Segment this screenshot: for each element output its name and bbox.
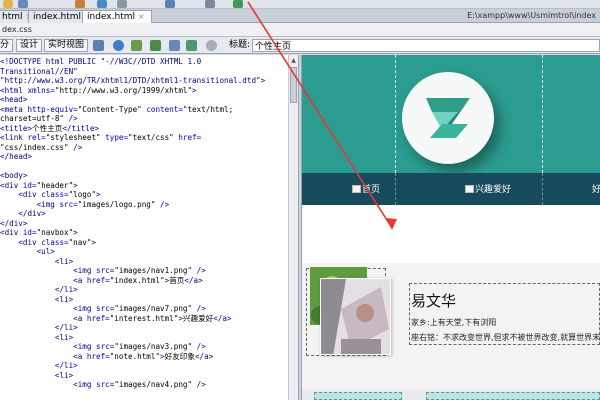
code-line[interactable]: </div> xyxy=(0,219,288,229)
next-block xyxy=(314,392,402,400)
code-line[interactable]: <html xmlns="http://www.w3.org/1999/xhtm… xyxy=(0,86,288,96)
code-line[interactable]: <head> xyxy=(0,95,288,105)
tab-label: index.html xyxy=(87,12,135,22)
code-line[interactable]: <img src="images/nav1.png" /> xyxy=(0,266,288,276)
code-view[interactable]: <!DOCTYPE html PUBLIC "-//W3C//DTD XHTML… xyxy=(0,55,288,400)
code-line[interactable]: <li> xyxy=(0,257,288,267)
code-line[interactable]: <img src="images/nav4.png" /> xyxy=(0,380,288,390)
toolbar-extension-icon[interactable] xyxy=(233,0,243,8)
code-editor-text[interactable]: <!DOCTYPE html PUBLIC "-//W3C//DTD XHTML… xyxy=(0,57,288,390)
code-line[interactable] xyxy=(0,162,288,172)
tab-index-html-2[interactable]: index.html × xyxy=(82,10,152,24)
toolbar-dropdown-icon[interactable] xyxy=(205,0,215,8)
related-files-bar: dex.css xyxy=(0,23,600,37)
code-line[interactable]: </li> xyxy=(0,361,288,371)
multiscreen-icon[interactable] xyxy=(93,40,104,51)
code-line[interactable]: <div id="navbox"> xyxy=(0,228,288,238)
header-guide-left xyxy=(395,55,396,173)
nav-divider xyxy=(542,173,543,205)
toolbar-folder-icon[interactable] xyxy=(3,0,13,8)
design-view-button[interactable]: 设计 xyxy=(16,39,43,52)
portrait-image-icon xyxy=(321,279,390,354)
profile-motto: 座右铭：不求改变世界,但求不被世界改变,就算世界末日 xyxy=(411,333,600,342)
visual-aids-icon[interactable] xyxy=(169,40,180,51)
file-path: E:\xampp\www\Usmimtrol\index xyxy=(467,11,596,20)
tab-label: html xyxy=(2,12,23,22)
toolbar-document-icon[interactable] xyxy=(18,0,28,8)
site-nav: 首页 兴趣爱好 好 xyxy=(302,173,600,205)
nav-divider xyxy=(395,173,396,205)
refresh-icon[interactable] xyxy=(206,40,217,51)
code-line[interactable]: Transitional//EN" xyxy=(0,67,288,77)
split-view-button[interactable]: 分 xyxy=(0,39,14,52)
design-view[interactable]: 首页 兴趣爱好 好 易文华 家乡:上有天堂,下有浏阳 座右铭：不求改变世界,但求… xyxy=(302,55,600,400)
nav-item-interest[interactable]: 兴趣爱好 xyxy=(465,183,511,197)
scroll-up-icon[interactable]: ▲ xyxy=(290,56,297,65)
code-line[interactable]: </li> xyxy=(0,285,288,295)
code-line[interactable]: <ul> xyxy=(0,247,288,257)
code-line[interactable]: <meta http-equiv="Content-Type" content=… xyxy=(0,105,288,115)
profile-section: 易文华 家乡:上有天堂,下有浏阳 座右铭：不求改变世界,但求不被世界改变,就算世… xyxy=(302,263,600,400)
next-block xyxy=(426,392,600,400)
nav-home-icon xyxy=(352,185,361,193)
code-line[interactable]: <div class="nav"> xyxy=(0,238,288,248)
live-view-button[interactable]: 实时视图 xyxy=(44,39,89,52)
code-scrollbar[interactable]: ▲ xyxy=(288,55,298,400)
document-tabs: html× index.html× index.html× E:\xampp\w… xyxy=(0,9,600,24)
code-line[interactable]: </li> xyxy=(0,323,288,333)
site-logo[interactable] xyxy=(402,72,494,164)
toolbar-globe-icon[interactable] xyxy=(97,0,107,8)
code-line[interactable]: </head> xyxy=(0,152,288,162)
code-line[interactable]: "http://www.w3.org/TR/xhtml1/DTD/xhtml1-… xyxy=(0,76,288,86)
code-line[interactable]: <title>个性主页</title> xyxy=(0,124,288,134)
close-icon[interactable]: × xyxy=(138,12,145,21)
nav-interest-icon xyxy=(465,185,474,193)
refresh-design-icon[interactable] xyxy=(186,40,197,51)
code-line[interactable]: <img src="images/logo.png" /> xyxy=(0,200,288,210)
title-input[interactable] xyxy=(252,39,600,52)
code-line[interactable]: <body> xyxy=(0,171,288,181)
code-line[interactable]: <a href="note.html">好友印象</a> xyxy=(0,352,288,362)
code-line[interactable]: <div class="logo"> xyxy=(0,190,288,200)
nav-item-friends[interactable]: 好 xyxy=(592,183,600,197)
code-line[interactable]: <!DOCTYPE html PUBLIC "-//W3C//DTD XHTML… xyxy=(0,57,288,67)
site-header xyxy=(302,55,600,173)
profile-name: 易文华 xyxy=(411,292,457,310)
toolbar-layout-icon[interactable] xyxy=(165,0,175,8)
code-line[interactable]: charset=utf-8" /> xyxy=(0,114,288,124)
header-guide-right xyxy=(542,55,543,173)
nav-item-home[interactable]: 首页 xyxy=(352,183,380,197)
code-line[interactable]: <li> xyxy=(0,371,288,381)
profile-hometown: 家乡:上有天堂,下有浏阳 xyxy=(411,318,497,327)
portrait-photo[interactable] xyxy=(320,278,391,355)
nav-item-label: 兴趣爱好 xyxy=(475,185,512,195)
code-scrollbar-thumb[interactable] xyxy=(290,67,297,103)
next-section-strip xyxy=(302,389,600,400)
code-line[interactable]: </div> xyxy=(0,209,288,219)
code-line[interactable]: <li> xyxy=(0,295,288,305)
top-toolbar xyxy=(0,0,600,9)
code-line[interactable]: <img src="images/nav3.png" /> xyxy=(0,342,288,352)
related-file-css[interactable]: dex.css xyxy=(2,25,32,34)
content-spacer xyxy=(302,205,600,263)
nav-item-label: 好 xyxy=(592,185,600,195)
code-line[interactable]: <link rel="stylesheet" type="text/css" h… xyxy=(0,133,288,143)
code-line[interactable]: <a href="index.html">首页</a> xyxy=(0,276,288,286)
toolbar-settings-icon[interactable] xyxy=(117,0,127,8)
toolbar-palette-icon[interactable] xyxy=(75,0,85,8)
document-toolbar: 分 设计 实时视图 标题: xyxy=(0,37,600,54)
tab-label: index.html xyxy=(33,12,81,22)
code-line[interactable]: <div id="header"> xyxy=(0,181,288,191)
code-line[interactable]: <li> xyxy=(0,333,288,343)
code-line[interactable]: <a href="interest.html">兴趣爱好</a> xyxy=(0,314,288,324)
logo-mark-icon xyxy=(426,98,470,138)
file-management-icon[interactable] xyxy=(131,40,142,51)
title-label: 标题: xyxy=(229,40,251,50)
preview-browser-icon[interactable] xyxy=(113,40,124,51)
code-line[interactable]: "css/index.css" /> xyxy=(0,143,288,153)
validate-icon[interactable] xyxy=(150,40,161,51)
dreamweaver-window: html× index.html× index.html× E:\xampp\w… xyxy=(0,0,600,400)
nav-item-label: 首页 xyxy=(362,185,381,195)
code-line[interactable]: <img src="images/nav7.png" /> xyxy=(0,304,288,314)
